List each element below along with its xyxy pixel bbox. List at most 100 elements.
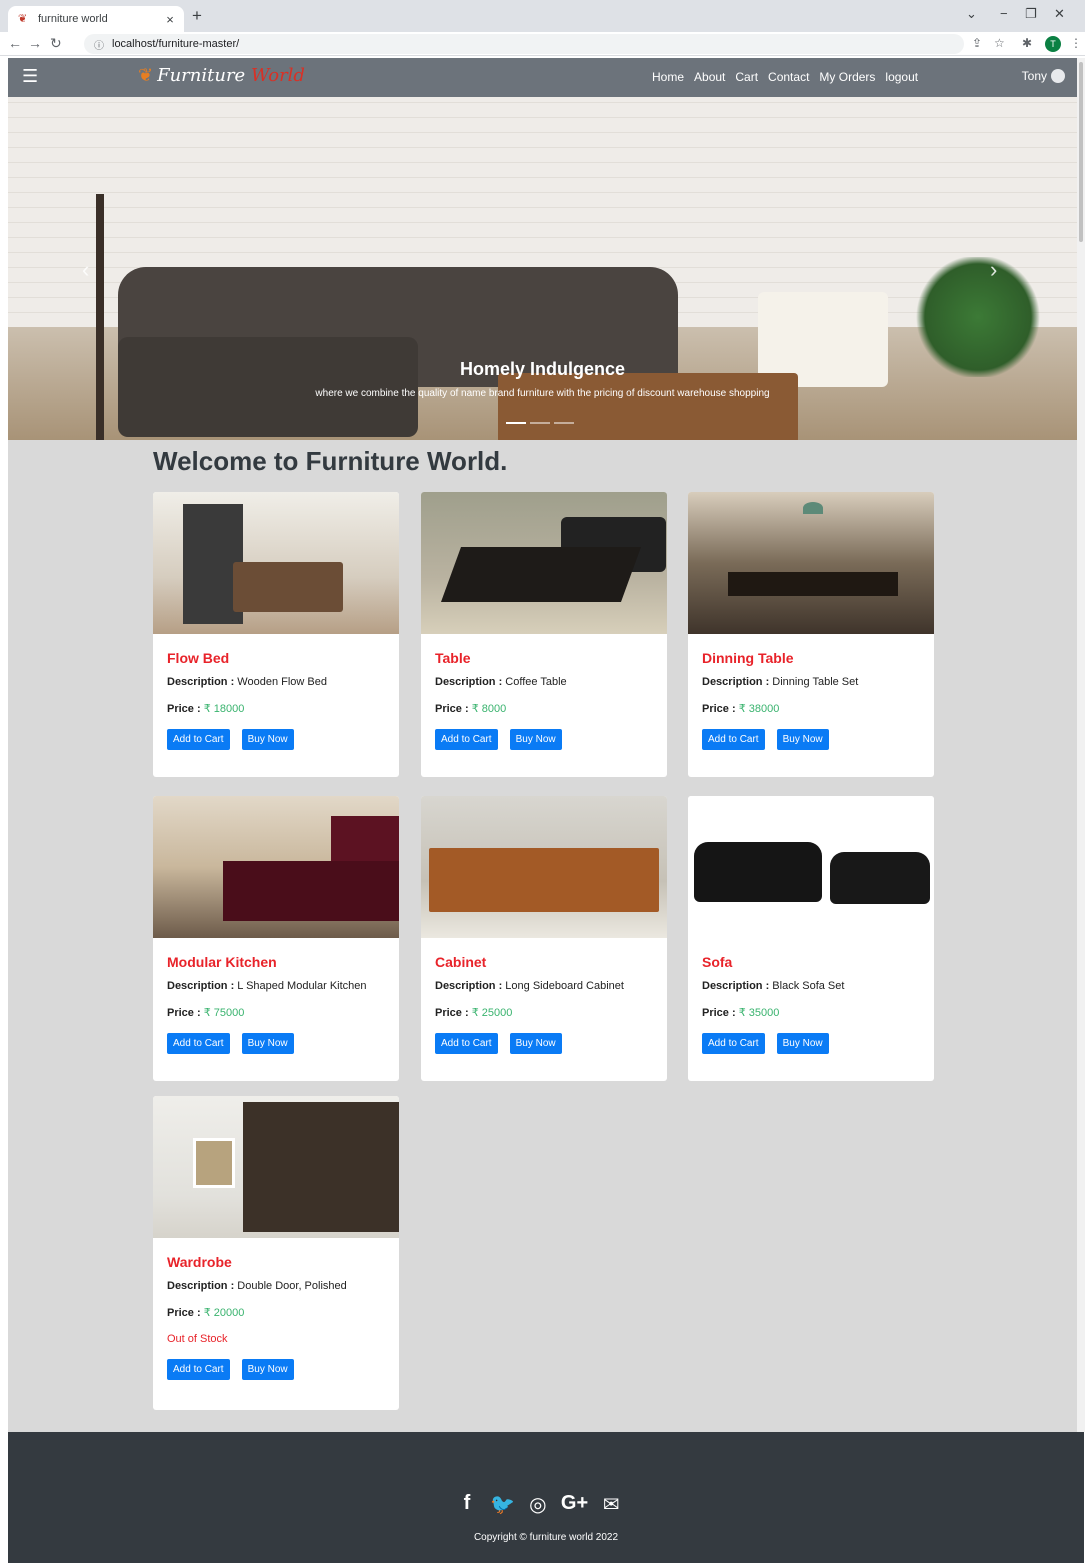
product-image-modular-kitchen[interactable] <box>153 796 399 938</box>
buy-now-button[interactable]: Buy Now <box>241 1359 294 1380</box>
google-plus-icon[interactable]: G+ <box>561 1492 588 1517</box>
product-name[interactable]: Wardrobe <box>167 1254 385 1270</box>
add-to-cart-button[interactable]: Add to Cart <box>435 729 498 750</box>
product-description: Description : Coffee Table <box>435 676 653 688</box>
page-scrollbar[interactable] <box>1077 58 1085 1432</box>
buy-now-button[interactable]: Buy Now <box>776 1033 829 1054</box>
product-name[interactable]: Modular Kitchen <box>167 954 385 970</box>
nav-link-contact[interactable]: Contact <box>768 70 809 84</box>
price-label: Price : <box>167 703 201 715</box>
browser-tab[interactable]: ❦ furniture world × <box>8 6 184 32</box>
product-image-wardrobe[interactable] <box>153 1096 399 1238</box>
back-icon[interactable]: ← <box>8 35 22 51</box>
product-image-sofa[interactable] <box>688 796 934 938</box>
products-section: Welcome to Furniture World. Flow Bed Des… <box>8 440 1077 1432</box>
tab-close-icon[interactable]: × <box>162 12 178 27</box>
profile-avatar[interactable]: T <box>1045 36 1061 52</box>
twitter-icon[interactable]: 🐦 <box>490 1492 515 1517</box>
instagram-icon[interactable]: ◎ <box>527 1492 549 1517</box>
user-menu[interactable]: Tony <box>1022 69 1065 83</box>
product-image-cabinet[interactable] <box>421 796 667 938</box>
product-name[interactable]: Flow Bed <box>167 650 385 666</box>
description-value: Dinning Table Set <box>772 676 859 688</box>
nav-link-about[interactable]: About <box>694 70 725 84</box>
product-card-sofa: Sofa Description : Black Sofa Set Price … <box>688 796 934 1081</box>
add-to-cart-button[interactable]: Add to Cart <box>167 1033 230 1054</box>
buy-now-button[interactable]: Buy Now <box>509 1033 562 1054</box>
tab-search-icon[interactable]: ⌄ <box>966 6 977 22</box>
description-label: Description : <box>435 676 503 688</box>
add-to-cart-button[interactable]: Add to Cart <box>702 729 765 750</box>
description-label: Description : <box>435 980 503 992</box>
envelope-icon[interactable]: ✉ <box>600 1492 622 1517</box>
copyright-text: Copyright © furniture world 2022 <box>473 1532 619 1543</box>
product-price: Price : ₹ 25000 <box>435 1006 653 1019</box>
url-text: localhost/furniture-master/ <box>112 38 240 50</box>
product-price: Price : ₹ 8000 <box>435 702 653 715</box>
add-to-cart-button[interactable]: Add to Cart <box>167 729 230 750</box>
close-window-button[interactable]: ✕ <box>1054 6 1065 22</box>
menu-kebab-icon[interactable]: ⋮ <box>1070 36 1082 50</box>
price-value: ₹ 35000 <box>738 1007 780 1019</box>
product-name[interactable]: Table <box>435 650 653 666</box>
price-label: Price : <box>435 1007 469 1019</box>
product-name[interactable]: Dinning Table <box>702 650 920 666</box>
description-label: Description : <box>167 676 235 688</box>
product-description: Description : Long Sideboard Cabinet <box>435 980 653 992</box>
carousel-indicator-2[interactable] <box>530 422 550 424</box>
product-name[interactable]: Sofa <box>702 954 920 970</box>
nav-link-logout[interactable]: logout <box>885 70 918 84</box>
product-card-table: Table Description : Coffee Table Price :… <box>421 492 667 777</box>
product-description: Description : Wooden Flow Bed <box>167 676 385 688</box>
product-image-flow-bed[interactable] <box>153 492 399 634</box>
carousel-indicator-1[interactable] <box>506 422 526 424</box>
new-tab-button[interactable]: + <box>192 6 202 26</box>
user-name: Tony <box>1021 69 1047 83</box>
social-links: f 🐦 ◎ G+ ✉ <box>456 1492 622 1517</box>
carousel-prev-icon[interactable]: ‹ <box>82 257 89 283</box>
add-to-cart-button[interactable]: Add to Cart <box>167 1359 230 1380</box>
price-value: ₹ 25000 <box>471 1007 513 1019</box>
buy-now-button[interactable]: Buy Now <box>776 729 829 750</box>
nav-link-home[interactable]: Home <box>652 70 684 84</box>
bookmark-star-icon[interactable]: ☆ <box>994 36 1005 50</box>
nav-link-cart[interactable]: Cart <box>735 70 758 84</box>
brand-logo[interactable]: ❦ Furniture World <box>138 65 305 86</box>
add-to-cart-button[interactable]: Add to Cart <box>435 1033 498 1054</box>
facebook-icon[interactable]: f <box>456 1492 478 1517</box>
buy-now-button[interactable]: Buy Now <box>241 729 294 750</box>
buy-now-button[interactable]: Buy Now <box>509 729 562 750</box>
minimize-button[interactable]: − <box>1000 6 1008 21</box>
scrollbar-thumb[interactable] <box>1079 62 1083 242</box>
carousel-indicator-3[interactable] <box>554 422 574 424</box>
hero-title: Homely Indulgence <box>459 359 626 379</box>
add-to-cart-button[interactable]: Add to Cart <box>702 1033 765 1054</box>
address-bar-row: ← → ↻ ⓘ localhost/furniture-master/ ⇪ ☆ … <box>0 32 1085 56</box>
extensions-icon[interactable]: ✱ <box>1022 36 1032 50</box>
price-label: Price : <box>167 1007 201 1019</box>
price-label: Price : <box>702 1007 736 1019</box>
price-label: Price : <box>435 703 469 715</box>
reload-icon[interactable]: ↻ <box>50 35 62 52</box>
description-label: Description : <box>702 980 770 992</box>
hero-sofa-chaise <box>118 337 418 437</box>
site-info-icon[interactable]: ⓘ <box>94 37 104 52</box>
buy-now-button[interactable]: Buy Now <box>241 1033 294 1054</box>
forward-icon[interactable]: → <box>28 35 42 51</box>
restore-button[interactable]: ❐ <box>1025 6 1037 22</box>
share-icon[interactable]: ⇪ <box>972 36 982 50</box>
carousel-next-icon[interactable]: › <box>990 257 997 283</box>
hamburger-menu-icon[interactable]: ☰ <box>22 66 38 87</box>
hero-lamp <box>96 194 104 440</box>
product-image-table[interactable] <box>421 492 667 634</box>
product-description: Description : Dinning Table Set <box>702 676 920 688</box>
nav-link-my-orders[interactable]: My Orders <box>819 70 875 84</box>
price-value: ₹ 8000 <box>471 703 507 715</box>
product-name[interactable]: Cabinet <box>435 954 653 970</box>
site-navbar: ☰ ❦ Furniture World Home About Cart Conta… <box>8 58 1077 97</box>
product-description: Description : Double Door, Polished <box>167 1280 385 1292</box>
hero-carousel: ‹ › Homely Indulgence where we combine t… <box>8 97 1077 440</box>
product-image-dinning-table[interactable] <box>688 492 934 634</box>
url-input[interactable]: ⓘ localhost/furniture-master/ <box>84 34 964 54</box>
site-footer: f 🐦 ◎ G+ ✉ Copyright © furniture world 2… <box>8 1432 1084 1563</box>
